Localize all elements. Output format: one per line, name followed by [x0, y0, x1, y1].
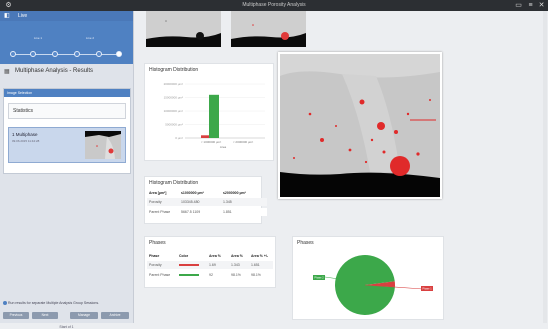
- hist-table-header: Area [µm²]: [149, 191, 167, 195]
- phases-table-title: Phases: [149, 240, 166, 246]
- phase-color-swatch: [179, 274, 199, 276]
- x-axis-label: Area: [220, 145, 227, 149]
- hist-table-cell: 103345.480: [181, 200, 200, 204]
- step-track: [12, 54, 120, 55]
- chat-icon[interactable]: ▭: [514, 1, 523, 10]
- pie-label: Phase 1: [422, 288, 432, 291]
- camera-icon: ◧: [4, 13, 10, 19]
- grid-icon: ▦: [4, 69, 10, 75]
- histogram-bar: [209, 94, 219, 138]
- image-selection-title: Image Selection: [7, 91, 33, 95]
- histogram-chart-panel: Histogram Distribution 20000000 µm² 15000…: [144, 63, 274, 161]
- workflow-steps: Live 1 Live 2: [0, 21, 133, 64]
- phases-cell-value: 92: [209, 273, 213, 277]
- hist-table-header: ≤2000000 µm²: [223, 191, 246, 195]
- hist-table-cell: 5667.5 1109: [181, 210, 201, 214]
- histogram-chart-title: Histogram Distribution: [149, 67, 199, 73]
- phases-cell-value: 98.1%: [251, 273, 261, 277]
- step-dot[interactable]: [30, 51, 36, 57]
- hist-table-cell: 1.345: [223, 200, 232, 204]
- y-tick-label: 5000000 µm²: [165, 123, 183, 127]
- title-bar: ⚙ Multiphase Porosity Analysis ▭ ≡ ✕: [0, 0, 548, 11]
- hist-table-cell: Porosity: [149, 200, 162, 204]
- image-selection-panel: Image Selection Statistics 1 Multiphase …: [3, 88, 131, 174]
- next-button[interactable]: Next: [32, 312, 58, 319]
- phases-table-header: Area %: [209, 254, 221, 258]
- menu-icon[interactable]: ≡: [526, 1, 535, 10]
- phases-table-header: Phase: [149, 254, 160, 258]
- phases-table-header: Area %: [231, 254, 243, 258]
- archive-button[interactable]: Archive: [101, 312, 129, 319]
- x-tick-label: < 1000000 µm²: [201, 140, 221, 144]
- hint-text: Run results for separate Multiple Analys…: [8, 301, 100, 305]
- hist-table-cell: Parent Phase: [149, 210, 171, 214]
- previous-button[interactable]: Previous: [3, 312, 29, 319]
- step-dot[interactable]: [74, 51, 80, 57]
- micrograph-thumbnail-1[interactable]: [146, 11, 221, 47]
- sidebar-header-label: Live: [18, 13, 28, 19]
- image-item-selected[interactable]: 1 Multiphase 09.06.2015 11:42:28: [8, 127, 126, 163]
- manage-button[interactable]: Manage: [70, 312, 98, 319]
- step-dot[interactable]: [52, 51, 58, 57]
- results-title: Multiphase Analysis - Results: [15, 68, 94, 74]
- sidebar-footer: Start of 1: [59, 325, 74, 329]
- close-icon[interactable]: ✕: [537, 1, 546, 10]
- info-icon: [3, 301, 7, 305]
- window-title: Multiphase Porosity Analysis: [242, 2, 306, 8]
- step-dot-active[interactable]: [116, 51, 122, 57]
- phase-color-swatch: [179, 264, 199, 266]
- y-tick-label: 20000000 µm²: [164, 82, 183, 86]
- phases-table-header: Area % +/-: [251, 254, 269, 258]
- statistics-label: Statistics: [13, 108, 34, 114]
- phases-cell-value: 1.69: [209, 263, 216, 267]
- micrograph-large[interactable]: [278, 52, 442, 199]
- sidebar-header[interactable]: ◧ Live: [0, 11, 133, 21]
- hist-table-header: ≤1000000 µm²: [181, 191, 204, 195]
- image-selection-header: Image Selection: [4, 89, 130, 97]
- phases-cell-value: 1.343: [231, 263, 240, 267]
- histogram-table-title: Histogram Distribution: [149, 180, 199, 186]
- phases-cell-value: 98.1%: [231, 273, 241, 277]
- y-tick-label: 0 µm²: [175, 136, 183, 140]
- vertical-scrollbar[interactable]: [543, 11, 547, 323]
- image-item-title: 1 Multiphase: [12, 132, 38, 137]
- pie-label: Phase 2: [314, 277, 324, 280]
- statistics-item[interactable]: Statistics: [8, 103, 126, 119]
- y-tick-label: 15000000 µm²: [164, 96, 183, 100]
- phases-cell-value: 1.651: [251, 263, 260, 267]
- x-tick-label: < 2000000 µm²: [233, 140, 253, 144]
- image-item-timestamp: 09.06.2015 11:42:28: [12, 139, 40, 143]
- phases-table-header: Color: [179, 254, 189, 258]
- phases-pie-title: Phases: [297, 240, 314, 246]
- hist-table-cell: 1.851: [223, 210, 232, 214]
- step-label-1: Live 1: [34, 36, 43, 40]
- histogram-chart: 20000000 µm² 15000000 µm² 10000000 µm² 5000…: [164, 82, 265, 149]
- image-item-thumbnail: [85, 131, 121, 159]
- step-dot[interactable]: [10, 51, 16, 57]
- phases-cell-name: Porosity: [149, 263, 162, 267]
- phases-pie-panel: Phases Phase 1 Phase 2: [292, 236, 444, 320]
- histogram-table-panel: Histogram Distribution Area [µm²] ≤10000…: [144, 176, 267, 224]
- step-label-2: Live 2: [86, 36, 95, 40]
- micrograph-thumbnail-2[interactable]: [231, 11, 306, 47]
- phases-table-panel: Phases Phase Color Area % Area % Area % …: [144, 236, 276, 288]
- phases-pie-chart: Phase 1 Phase 2: [313, 255, 433, 315]
- sidebar: ◧ Live Live 1 Live 2 ▦ Multiphase Analys…: [0, 11, 134, 329]
- table-row: [147, 198, 267, 206]
- step-dot[interactable]: [96, 51, 102, 57]
- phases-cell-name: Parent Phase: [149, 273, 171, 277]
- y-tick-label: 10000000 µm²: [164, 109, 183, 113]
